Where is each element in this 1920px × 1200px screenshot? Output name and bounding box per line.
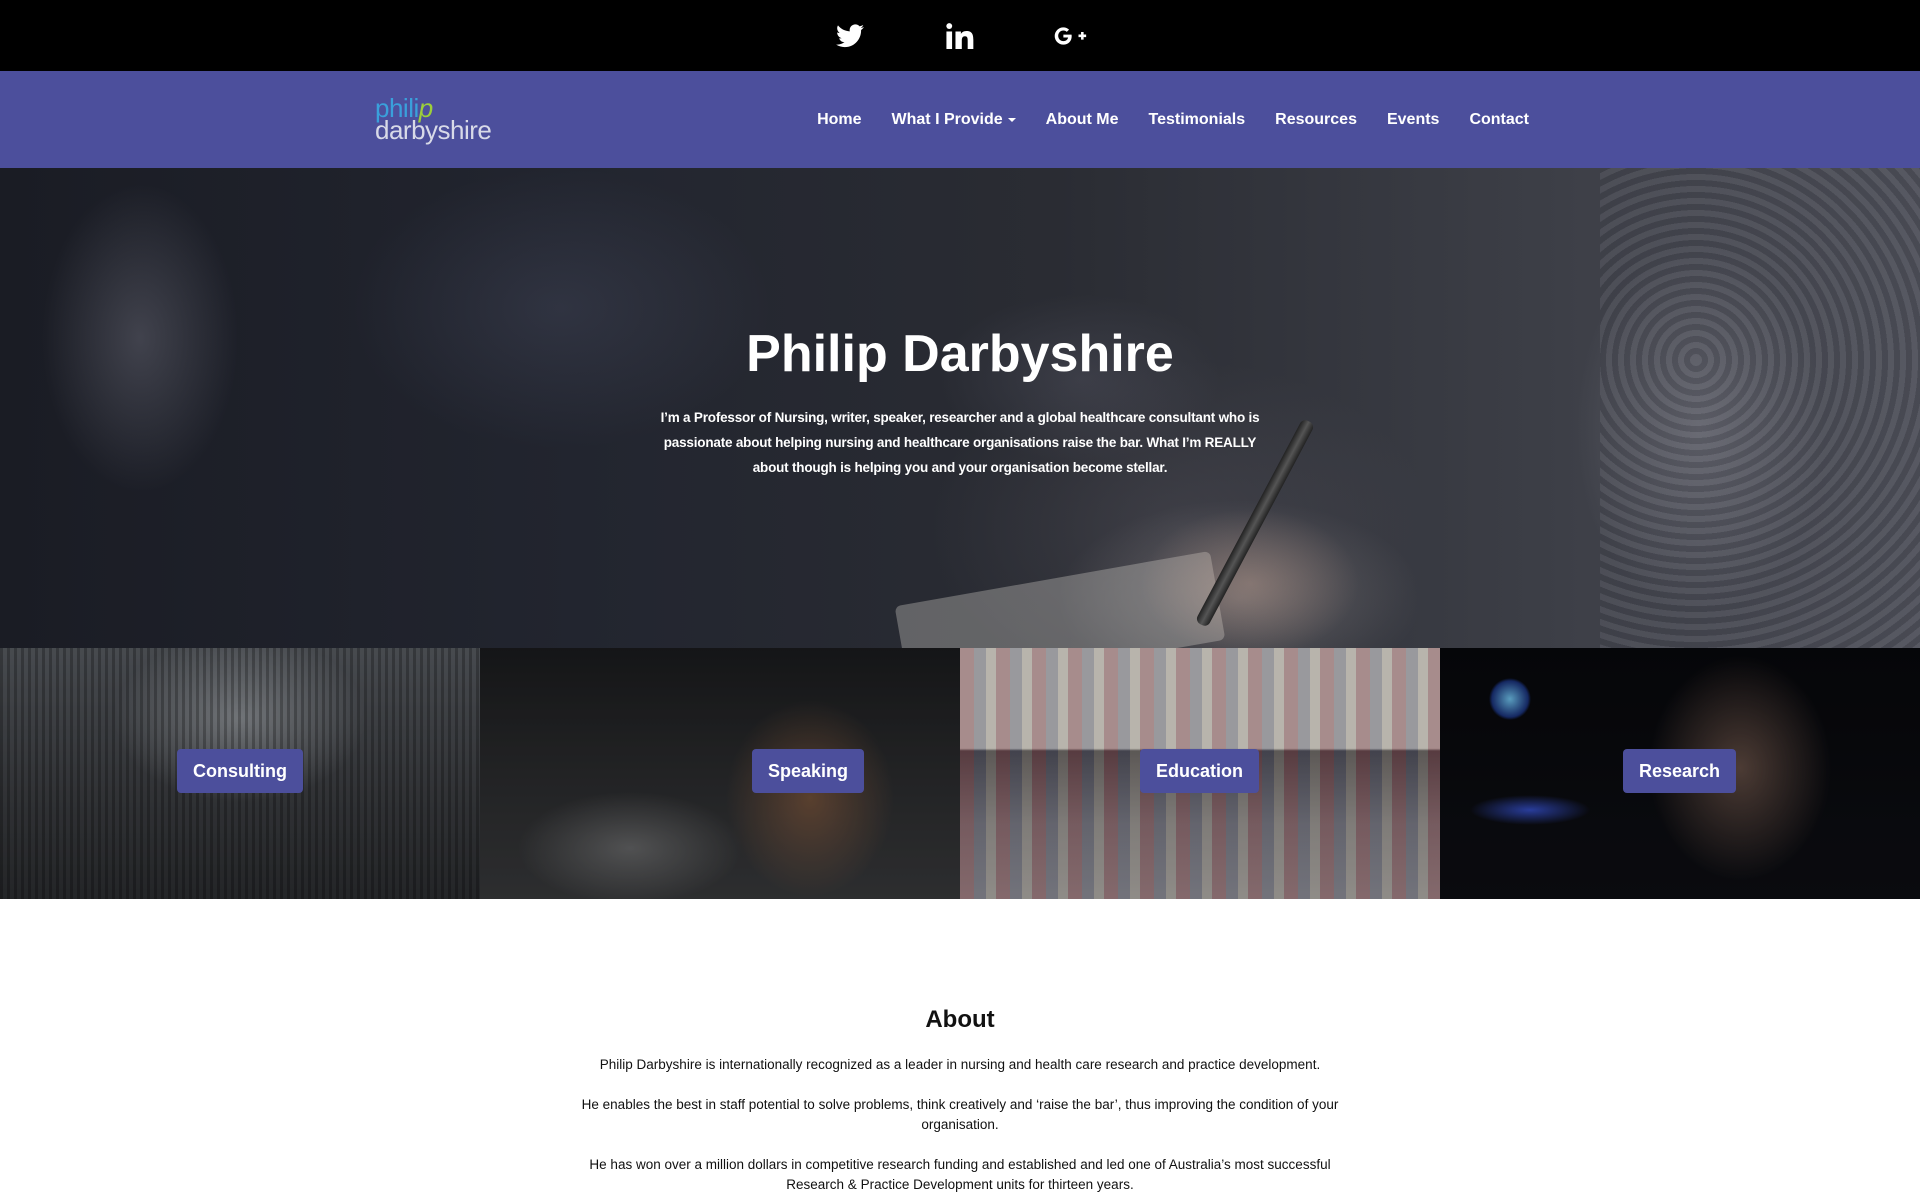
- about-paragraph-1: Philip Darbyshire is internationally rec…: [599, 1057, 1321, 1072]
- nav-links: Home What I Provide About Me Testimonial…: [802, 71, 1544, 168]
- tile-speaking[interactable]: Speaking: [480, 648, 960, 899]
- twitter-icon[interactable]: [833, 19, 867, 53]
- nav-resources[interactable]: Resources: [1260, 111, 1372, 129]
- nav-testimonials[interactable]: Testimonials: [1134, 111, 1261, 129]
- site-logo[interactable]: philip darbyshire: [375, 95, 505, 145]
- consulting-button[interactable]: Consulting: [177, 749, 303, 793]
- nav-what-i-provide-label: What I Provide: [891, 110, 1003, 128]
- nav-about-me[interactable]: About Me: [1031, 111, 1134, 129]
- nav-what-i-provide[interactable]: What I Provide: [877, 111, 1031, 129]
- tile-education[interactable]: Education: [960, 648, 1440, 899]
- nav-events[interactable]: Events: [1372, 111, 1454, 129]
- research-button[interactable]: Research: [1623, 749, 1737, 793]
- google-plus-icon[interactable]: [1053, 19, 1087, 53]
- nav-contact[interactable]: Contact: [1454, 111, 1544, 129]
- hero-subtitle: I’m a Professor of Nursing, writer, spea…: [660, 410, 1260, 475]
- about-paragraph-2: He enables the best in staff potential t…: [581, 1097, 1339, 1132]
- social-bar: [0, 0, 1920, 71]
- about-heading: About: [925, 1006, 995, 1033]
- tile-consulting[interactable]: Consulting: [0, 648, 480, 899]
- services-tiles: Consulting Speaking Education Research: [0, 648, 1920, 899]
- speaking-button[interactable]: Speaking: [752, 749, 865, 793]
- linkedin-icon[interactable]: [943, 19, 977, 53]
- education-button[interactable]: Education: [1140, 749, 1260, 793]
- hero-background-image: [1600, 168, 1920, 648]
- caret-down-icon: [1007, 117, 1016, 122]
- nav-home[interactable]: Home: [802, 111, 876, 129]
- about-paragraph-3: He has won over a million dollars in com…: [589, 1157, 1331, 1192]
- hero-title: Philip Darbyshire: [746, 325, 1174, 383]
- tile-research[interactable]: Research: [1440, 648, 1920, 899]
- main-navbar: philip darbyshire Home What I Provide Ab…: [0, 71, 1920, 168]
- about-section: About Philip Darbyshire is international…: [0, 899, 1920, 1200]
